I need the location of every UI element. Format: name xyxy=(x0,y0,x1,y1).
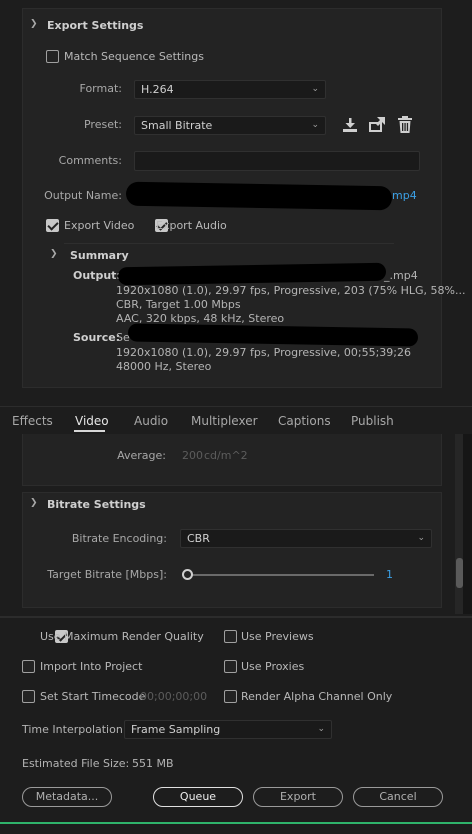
bottom-divider xyxy=(0,616,472,618)
tab-video[interactable]: Video xyxy=(75,414,109,428)
time-interpolation-value: Frame Sampling xyxy=(131,723,221,736)
queue-button[interactable]: Queue xyxy=(153,787,243,807)
preset-value: Small Bitrate xyxy=(141,119,213,132)
summary-collapse-icon[interactable]: ❯ xyxy=(50,249,58,259)
bottom-accent-line xyxy=(0,822,472,824)
match-sequence-checkbox[interactable] xyxy=(46,50,59,63)
preset-select[interactable]: Small Bitrate ⌄ xyxy=(134,116,326,135)
export-settings-collapse-icon[interactable]: ❯ xyxy=(30,19,38,29)
use-proxies-checkbox[interactable] xyxy=(224,660,237,673)
import-into-project-checkbox[interactable] xyxy=(22,660,35,673)
chevron-down-icon: ⌄ xyxy=(311,84,319,94)
target-bitrate-label: Target Bitrate [Mbps]: xyxy=(47,568,167,581)
use-proxies-label: Use Proxies xyxy=(241,660,305,673)
summary-output-line2: 1920x1080 (1.0), 29.97 fps, Progressive,… xyxy=(116,284,466,297)
comments-label: Comments: xyxy=(58,154,122,167)
export-video-label: Export Video xyxy=(64,219,135,232)
chevron-down-icon: ⌄ xyxy=(417,533,425,543)
output-name-link[interactable]: mp4 xyxy=(392,189,417,203)
import-into-project-label: Import Into Project xyxy=(40,660,143,673)
start-timecode-value[interactable]: 00;00;00;00 xyxy=(140,690,207,704)
use-previews-label: Use Previews xyxy=(241,630,314,643)
file-size-label: Estimated File Size: xyxy=(22,757,130,770)
average-label: Average: xyxy=(117,449,166,462)
delete-preset-icon[interactable] xyxy=(397,116,413,134)
export-video-checkbox[interactable] xyxy=(46,219,59,232)
bitrate-settings-collapse-icon[interactable]: ❯ xyxy=(30,498,38,508)
target-bitrate-slider-track[interactable] xyxy=(188,574,374,576)
tab-audio[interactable]: Audio xyxy=(134,414,168,428)
save-preset-icon[interactable] xyxy=(341,116,359,134)
summary-source-line2: 1920x1080 (1.0), 29.97 fps, Progressive,… xyxy=(116,346,412,359)
export-settings-header: Export Settings xyxy=(47,19,144,32)
scrollbar-side xyxy=(463,434,472,614)
export-audio-label: Export Audio xyxy=(156,219,227,232)
bitrate-encoding-select[interactable]: CBR ⌄ xyxy=(180,529,432,548)
summary-source-label: Source: xyxy=(73,331,121,344)
file-size-value: 551 MB xyxy=(132,757,174,770)
metadata-button[interactable]: Metadata... xyxy=(22,787,112,807)
redacted-output-name xyxy=(125,181,393,211)
tab-bar-top-border xyxy=(0,406,472,407)
format-value: H.264 xyxy=(141,83,174,96)
max-render-quality-label: Use Maximum Render Quality xyxy=(40,630,204,643)
tab-captions[interactable]: Captions xyxy=(278,414,331,428)
chevron-down-icon: ⌄ xyxy=(311,120,319,130)
use-previews-checkbox[interactable] xyxy=(224,630,237,643)
set-start-timecode-checkbox[interactable] xyxy=(22,690,35,703)
bitrate-encoding-label: Bitrate Encoding: xyxy=(71,532,167,545)
average-value: 200 xyxy=(182,449,203,462)
set-start-timecode-label: Set Start Timecode xyxy=(40,690,146,703)
tab-publish[interactable]: Publish xyxy=(351,414,394,428)
bitrate-encoding-value: CBR xyxy=(187,532,210,545)
cancel-button[interactable]: Cancel xyxy=(353,787,443,807)
format-select[interactable]: H.264 ⌄ xyxy=(134,80,326,99)
format-label: Format: xyxy=(79,82,122,95)
export-button[interactable]: Export xyxy=(253,787,343,807)
summary-source-line3: 48000 Hz, Stereo xyxy=(116,360,212,373)
summary-output-line3: CBR, Target 1.00 Mbps xyxy=(116,298,241,311)
target-bitrate-slider-handle[interactable] xyxy=(182,569,193,580)
target-bitrate-value[interactable]: 1 xyxy=(386,568,393,582)
preset-label: Preset: xyxy=(83,118,122,131)
render-alpha-label: Render Alpha Channel Only xyxy=(241,690,393,703)
time-interpolation-label: Time Interpolation: xyxy=(22,723,127,736)
scrollbar-thumb[interactable] xyxy=(456,558,463,588)
summary-divider xyxy=(64,243,394,244)
match-sequence-label: Match Sequence Settings xyxy=(64,50,204,63)
summary-header: Summary xyxy=(70,249,129,262)
bitrate-settings-header: Bitrate Settings xyxy=(47,498,146,511)
output-name-label: Output Name: xyxy=(44,189,122,202)
summary-output-line1-suffix: _.mp4 xyxy=(384,269,418,282)
tab-effects[interactable]: Effects xyxy=(12,414,53,428)
tab-video-underline xyxy=(74,430,105,432)
tab-multiplexer[interactable]: Multiplexer xyxy=(191,414,258,428)
import-preset-icon[interactable] xyxy=(368,116,386,134)
render-alpha-checkbox[interactable] xyxy=(224,690,237,703)
comments-input[interactable] xyxy=(134,151,420,171)
chevron-down-icon: ⌄ xyxy=(317,724,325,734)
summary-output-label: Output: xyxy=(73,269,121,282)
time-interpolation-select[interactable]: Frame Sampling ⌄ xyxy=(124,720,332,739)
average-unit: cd/m^2 xyxy=(204,449,248,462)
